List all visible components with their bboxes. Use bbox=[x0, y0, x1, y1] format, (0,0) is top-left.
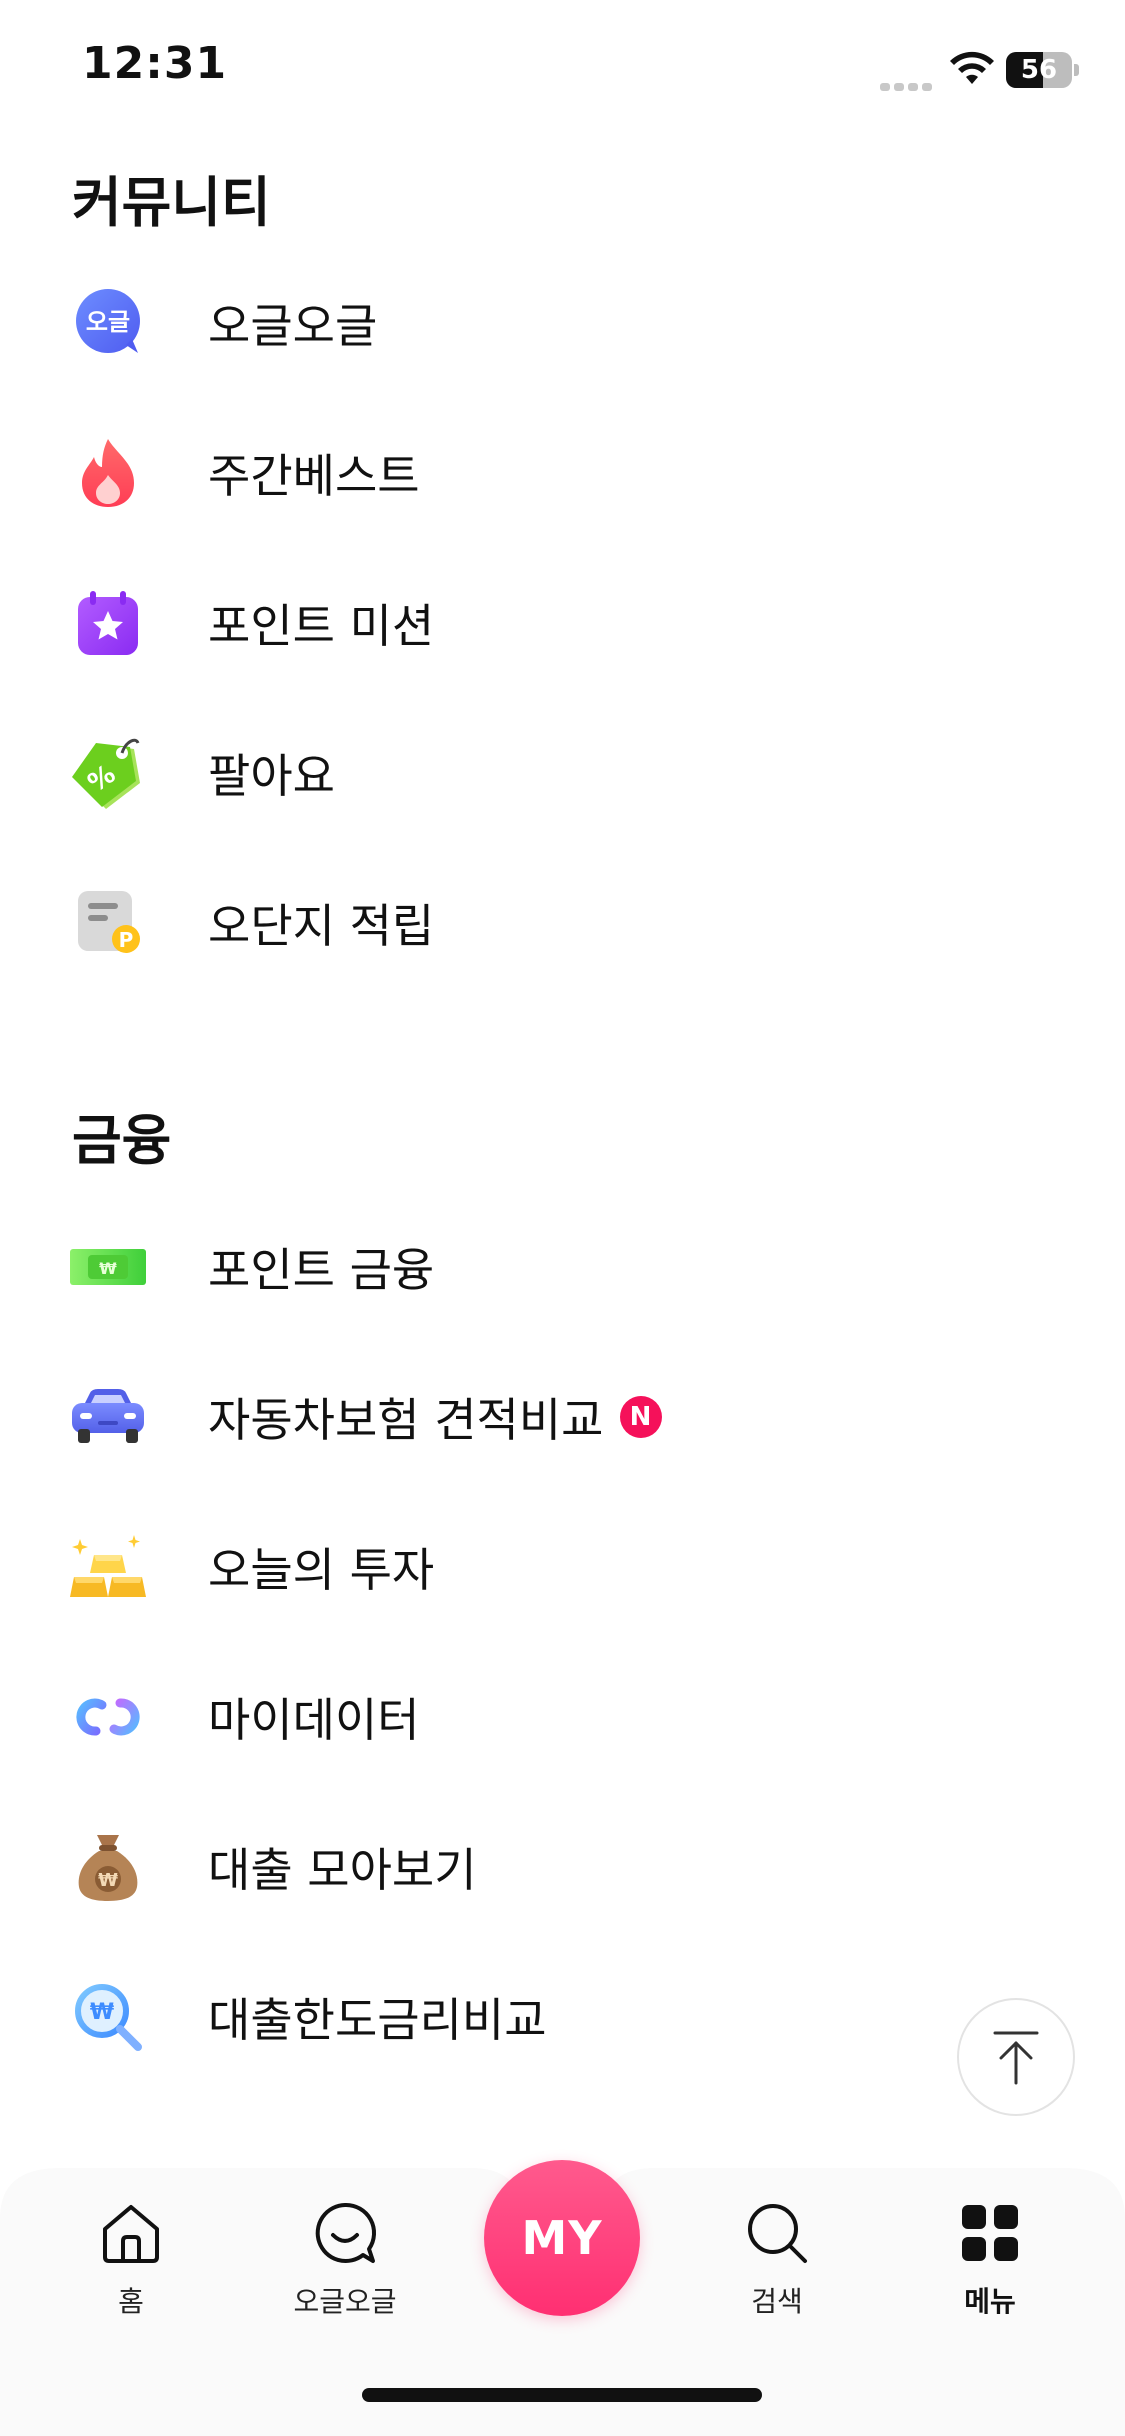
svg-text:P: P bbox=[119, 928, 134, 952]
menu-item-oguloggul[interactable]: 오글 오글오글 bbox=[0, 248, 1125, 398]
search-icon bbox=[742, 2198, 812, 2268]
menu-item-point-mission[interactable]: 포인트 미션 bbox=[0, 548, 1125, 698]
nav-label-home: 홈 bbox=[118, 2285, 144, 2318]
menu-item-label: 대출한도금리비교 bbox=[208, 1993, 547, 2047]
gold-bars-icon bbox=[70, 1529, 146, 1605]
nav-search[interactable]: 검색 bbox=[702, 2198, 852, 2328]
menu-item-label: 자동차보험 견적비교 N bbox=[208, 1384, 662, 1450]
menu-item-loan-overview[interactable]: ₩ 대출 모아보기 bbox=[0, 1792, 1125, 1942]
menu-item-label: 오단지 적립 bbox=[208, 899, 435, 953]
car-icon bbox=[70, 1379, 146, 1455]
nav-label-menu: 메뉴 bbox=[964, 2285, 1016, 2318]
cash-bill-icon: ₩ bbox=[70, 1229, 146, 1305]
nav-label-community: 오글오글 bbox=[293, 2285, 397, 2318]
battery-icon: 56 bbox=[1006, 52, 1080, 88]
grid-menu-icon bbox=[955, 2198, 1025, 2268]
svg-text:오글: 오글 bbox=[86, 308, 130, 336]
chat-bubble-icon bbox=[310, 2198, 380, 2268]
home-icon bbox=[96, 2198, 166, 2268]
price-tag-icon: % bbox=[70, 735, 146, 811]
menu-item-label-text: 자동차보험 견적비교 bbox=[208, 1393, 604, 1447]
menu-item-label: 오글오글 bbox=[208, 299, 378, 353]
magnifier-won-icon: ₩ bbox=[70, 1979, 146, 2055]
battery-level: 56 bbox=[1020, 55, 1058, 85]
svg-text:₩: ₩ bbox=[99, 1259, 117, 1278]
menu-item-label: 대출 모아보기 bbox=[208, 1843, 477, 1897]
menu-item-odanji[interactable]: P 오단지 적립 bbox=[0, 848, 1125, 998]
scroll-to-top-button[interactable] bbox=[957, 1998, 1075, 2116]
menu-item-label: 팔아요 bbox=[208, 749, 335, 803]
status-bar: 12:31 56 bbox=[0, 0, 1125, 130]
calendar-star-icon bbox=[70, 585, 146, 661]
nav-menu[interactable]: 메뉴 bbox=[915, 2198, 1065, 2328]
svg-text:₩: ₩ bbox=[98, 1870, 118, 1891]
nav-home[interactable]: 홈 bbox=[56, 2198, 206, 2328]
section-title-finance: 금융 bbox=[72, 1109, 172, 1172]
link-chain-icon bbox=[70, 1679, 146, 1755]
menu-item-loan-compare[interactable]: ₩ 대출한도금리비교 bbox=[0, 1942, 1125, 2092]
wifi-icon bbox=[950, 51, 994, 84]
home-indicator bbox=[362, 2388, 762, 2402]
menu-item-label: 포인트 미션 bbox=[208, 599, 435, 653]
menu-item-label: 주간베스트 bbox=[208, 449, 420, 503]
menu-item-car-insurance[interactable]: 자동차보험 견적비교 N bbox=[0, 1342, 1125, 1492]
money-bag-icon: ₩ bbox=[70, 1829, 146, 1905]
arrow-up-icon bbox=[993, 2031, 1039, 2085]
new-badge: N bbox=[619, 1396, 662, 1438]
menu-item-sell[interactable]: % 팔아요 bbox=[0, 698, 1125, 848]
menu-item-label: 포인트 금융 bbox=[208, 1243, 435, 1297]
menu-item-today-investment[interactable]: 오늘의 투자 bbox=[0, 1492, 1125, 1642]
nav-community[interactable]: 오글오글 bbox=[270, 2198, 420, 2328]
menu-item-mydata[interactable]: 마이데이터 bbox=[0, 1642, 1125, 1792]
menu-item-weekly-best[interactable]: 주간베스트 bbox=[0, 398, 1125, 548]
menu-item-label: 마이데이터 bbox=[208, 1693, 420, 1747]
my-label: MY bbox=[521, 2211, 603, 2265]
receipt-point-icon: P bbox=[70, 885, 146, 961]
cellular-signal-icon bbox=[880, 76, 936, 91]
menu-item-point-finance[interactable]: ₩ 포인트 금융 bbox=[0, 1192, 1125, 1342]
nav-label-search: 검색 bbox=[751, 2285, 803, 2318]
section-title-community: 커뮤니티 bbox=[72, 171, 271, 234]
svg-text:₩: ₩ bbox=[90, 2000, 114, 2025]
my-button[interactable]: MY bbox=[484, 2160, 640, 2316]
fire-icon bbox=[70, 435, 146, 511]
status-time: 12:31 bbox=[82, 38, 228, 89]
menu-item-label: 오늘의 투자 bbox=[208, 1543, 435, 1597]
oguloggul-chat-icon: 오글 bbox=[70, 285, 146, 361]
